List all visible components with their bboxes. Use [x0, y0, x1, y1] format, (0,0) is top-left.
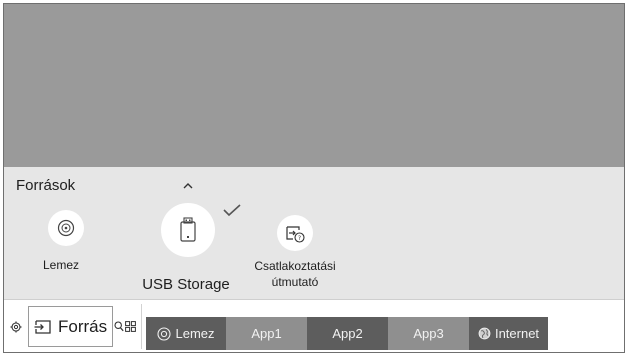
disc-icon [157, 326, 172, 341]
tile-internet[interactable]: Internet [469, 317, 548, 350]
tile-lemez-label: Lemez [175, 326, 215, 341]
sources-panel: Források Lemez USB Storage ? Csatlakozta… [4, 167, 624, 299]
svg-text:?: ? [298, 235, 301, 242]
source-lemez-label: Lemez [42, 258, 80, 272]
tile-lemez[interactable]: Lemez [146, 317, 226, 350]
bottom-bar: Forrás Lemez App1 App2 App3 Internet [4, 299, 624, 352]
tv-screen [4, 4, 624, 167]
tile-app3[interactable]: App3 [388, 317, 469, 350]
tile-internet-label: Internet [494, 326, 540, 341]
connection-guide-icon: ? [286, 226, 305, 243]
source-connection-guide-button[interactable]: ? [277, 215, 313, 251]
source-usb-label: USB Storage [142, 276, 230, 293]
gear-icon[interactable] [10, 321, 22, 333]
tile-app1-label: App1 [251, 326, 282, 341]
globe-icon [478, 327, 491, 340]
tv-frame: Források Lemez USB Storage ? Csatlakozta… [3, 3, 625, 353]
source-button[interactable]: Forrás [28, 306, 113, 347]
source-input-icon [34, 319, 51, 334]
check-icon [223, 204, 241, 217]
source-connection-guide-label-line2: útmutató [271, 275, 319, 289]
tile-app2-label: App2 [332, 326, 363, 341]
bar-divider [141, 304, 142, 349]
panel-title: Források [16, 177, 76, 194]
chevron-up-icon[interactable] [181, 179, 195, 193]
source-label: Forrás [58, 316, 108, 336]
source-connection-guide-label-line1: Csatlakoztatási [254, 259, 336, 273]
source-connection-guide-label: Csatlakoztatási útmutató [245, 258, 345, 290]
source-lemez-button[interactable] [48, 210, 84, 246]
source-usb-button[interactable] [161, 203, 215, 257]
tile-app2[interactable]: App2 [307, 317, 388, 350]
tile-app1[interactable]: App1 [226, 317, 307, 350]
search-icon[interactable] [114, 321, 124, 332]
apps-grid-icon[interactable] [125, 321, 136, 332]
tile-app3-label: App3 [413, 326, 444, 341]
usb-drive-icon [180, 217, 196, 242]
disc-icon [57, 219, 75, 237]
